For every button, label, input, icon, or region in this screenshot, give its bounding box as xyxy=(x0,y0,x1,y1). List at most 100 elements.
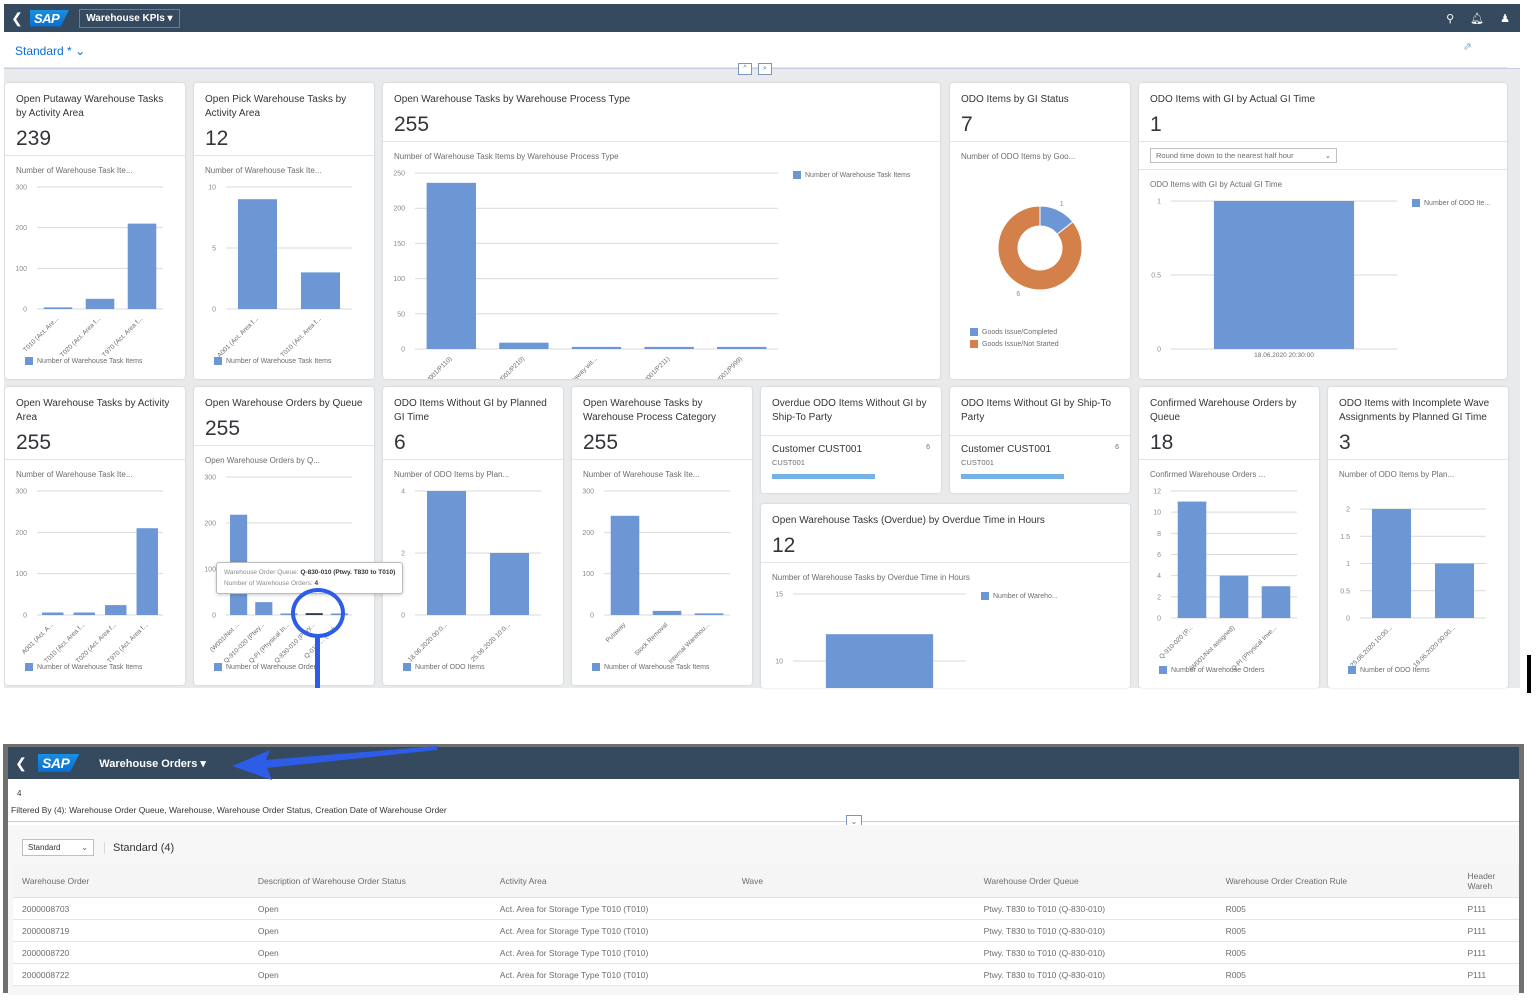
chart-actarea[interactable]: 0100200300A001 (Act. A...T010 (Act. Area… xyxy=(5,481,185,685)
bar[interactable] xyxy=(426,491,467,615)
variant-select[interactable]: Standard ⌄ xyxy=(22,839,94,856)
legend-item[interactable]: Goods Issue/Not Started xyxy=(970,340,1059,348)
chart-legend[interactable]: Number of Warehouse Task Items xyxy=(793,171,910,179)
column-header[interactable]: Description of Warehouse Order Status xyxy=(248,865,491,898)
variant-selector[interactable]: Standard * ⌄ xyxy=(15,44,85,58)
chart-legend[interactable]: Number of Warehouse Orders xyxy=(214,663,320,671)
kpi-card-confqueue[interactable]: Confirmed Warehouse Orders by Queue 18 Con… xyxy=(1139,387,1319,688)
bar[interactable] xyxy=(571,346,622,349)
bar[interactable] xyxy=(105,605,127,615)
chart-overdue_hours[interactable]: 10 15 xyxy=(761,584,1130,688)
kpi-card-actualgi[interactable]: ODO Items with GI by Actual GI Time 1 Roun… xyxy=(1139,83,1507,379)
kpi-card-proctype[interactable]: Open Warehouse Tasks by Warehouse Proces… xyxy=(383,83,940,379)
chart-legend[interactable]: Number of ODO Ite... xyxy=(1412,199,1490,207)
bar[interactable] xyxy=(136,528,158,615)
chart-pick[interactable]: 0 5 10 A001 (Act. Area f... T010 (Act. Area … xyxy=(194,177,374,379)
bar[interactable] xyxy=(73,612,95,615)
bar[interactable] xyxy=(255,602,273,615)
chart-legend[interactable]: Number of ODO Items xyxy=(403,663,485,671)
kpi-card-ship[interactable]: ODO Items Without GI by Ship-To Party Cus… xyxy=(950,387,1130,493)
kpi-card-plannedgi[interactable]: ODO Items Without GI by Planned GI Time 6… xyxy=(383,387,563,685)
share-icon[interactable]: ⇗ xyxy=(1463,40,1472,53)
bar[interactable] xyxy=(127,223,157,309)
column-header[interactable]: Wave xyxy=(732,865,975,898)
chart-putaway[interactable]: 0 100 200 300 T010 (Act. Are...T020 (Act. Ar… xyxy=(5,177,185,379)
bar[interactable] xyxy=(42,612,64,615)
bar[interactable] xyxy=(499,342,549,349)
bar[interactable] xyxy=(1434,563,1475,619)
card-header[interactable]: ODO Items Without GI by Planned GI Time 6 xyxy=(383,387,563,460)
time-rounding-select[interactable]: Round time down to the nearest half hour… xyxy=(1150,148,1337,163)
bar[interactable] xyxy=(300,272,341,309)
bar[interactable] xyxy=(1261,586,1291,618)
card-header[interactable]: Overdue ODO Items Without GI by Ship-To … xyxy=(761,387,941,436)
table-row[interactable]: 2000008719 Open Act. Area for Storage Type… xyxy=(13,919,1519,942)
column-header[interactable]: Warehouse Order Queue xyxy=(974,865,1217,898)
kpi-card-proccat[interactable]: Open Warehouse Tasks by Warehouse Proces… xyxy=(572,387,752,685)
card-header[interactable]: Open Warehouse Tasks by Activity Area 255 xyxy=(5,387,185,460)
pin-header-button[interactable]: ⌕ xyxy=(758,63,772,75)
table-row[interactable]: 2000008720 Open Act. Area for Storage Type… xyxy=(13,941,1519,964)
back-button[interactable]: ❮ xyxy=(4,10,30,27)
bar[interactable] xyxy=(652,610,682,615)
kpi-card-queue[interactable]: Open Warehouse Orders by Queue 255 Open Wa… xyxy=(194,387,374,685)
chart-actualgi[interactable]: 0 0.5 1 18.06.2020 20:30:00 xyxy=(1139,191,1507,379)
sap-logo[interactable]: SAP xyxy=(30,9,70,27)
chart-legend[interactable]: Number of Warehouse Task Items xyxy=(214,357,331,365)
back-button[interactable]: ❮ xyxy=(8,755,34,772)
chart-legend[interactable]: Number of Warehouse Orders xyxy=(1159,666,1265,674)
card-header[interactable]: Open Warehouse Orders by Queue 255 xyxy=(194,387,374,446)
chart-legend[interactable]: Number of Warehouse Task Items xyxy=(592,663,709,671)
table-row[interactable]: 2000008722 Open Act. Area for Storage Type… xyxy=(13,963,1519,986)
sap-logo[interactable]: SAP xyxy=(38,754,80,772)
bar[interactable] xyxy=(610,515,640,615)
kpi-card-actarea[interactable]: Open Warehouse Tasks by Activity Area 255… xyxy=(5,387,185,685)
chart-proctype[interactable]: 0 50 100 150 200 250 P110 (W001/P110) P210 (W00… xyxy=(383,163,940,379)
card-header[interactable]: ODO Items with Incomplete Wave Assignmen… xyxy=(1328,387,1508,460)
bar[interactable] xyxy=(1371,509,1412,618)
card-header[interactable]: Open Putaway Warehouse Tasks by Activity… xyxy=(5,83,185,156)
chart-wave[interactable]: 0 0.5 1 1.5 2 25.06.2020 10:00... 18.06.2020 0… xyxy=(1328,499,1508,688)
card-header[interactable]: Open Warehouse Tasks by Warehouse Proces… xyxy=(572,387,752,460)
card-header[interactable]: ODO Items Without GI by Ship-To Party xyxy=(950,387,1130,436)
column-header[interactable]: Warehouse Order Creation Rule xyxy=(1216,865,1459,898)
legend-item[interactable]: Goods Issue/Completed xyxy=(970,328,1059,336)
bar[interactable] xyxy=(1213,201,1355,349)
bar[interactable] xyxy=(644,346,694,349)
bar[interactable] xyxy=(43,307,73,309)
chart-proccat[interactable]: 0 100 200 300 Putaway Stock RemovalInternal W… xyxy=(572,481,752,685)
bell-icon[interactable]: 🔔︎ xyxy=(1470,12,1484,25)
bar[interactable] xyxy=(237,199,278,309)
app-title-menu[interactable]: Warehouse KPIs ▾ xyxy=(79,8,180,28)
bar[interactable] xyxy=(717,346,767,349)
chart-legend[interactable]: Number of ODO Items xyxy=(1348,666,1430,674)
card-header[interactable]: Open Pick Warehouse Tasks by Activity Ar… xyxy=(194,83,374,156)
kpi-card-gistatus[interactable]: ODO Items by GI Status 7 Number of ODO Ite… xyxy=(950,83,1130,379)
user-icon[interactable]: ♟ xyxy=(1500,12,1510,25)
kpi-card-pick[interactable]: Open Pick Warehouse Tasks by Activity Ar… xyxy=(194,83,374,379)
column-header[interactable]: Warehouse Order xyxy=(13,865,249,898)
chart-legend[interactable]: Number of Warehouse Task Items xyxy=(25,663,142,671)
kpi-card-wave[interactable]: ODO Items with Incomplete Wave Assignmen… xyxy=(1328,387,1508,688)
table-row[interactable]: 2000008703 Open Act. Area for Storage Type… xyxy=(13,897,1519,920)
bar[interactable] xyxy=(426,182,476,349)
chart-plannedgi[interactable]: 0 2 4 18.06.2020 00:0... 25.06.2020 10:0... xyxy=(383,481,563,685)
chart-legend[interactable]: Number of Warehouse Task Items xyxy=(25,357,142,365)
bar[interactable] xyxy=(85,298,115,309)
card-header[interactable]: ODO Items with GI by Actual GI Time 1 xyxy=(1139,83,1507,142)
chart-legend[interactable]: Number of Wareho... xyxy=(981,592,1058,600)
collapse-header-button[interactable]: ^ xyxy=(738,63,752,75)
list-item[interactable]: Customer CUST001 6 CUST001 xyxy=(950,436,1130,487)
chart-confqueue[interactable]: 024681012Q-910-020 (P...(W001/Not assign… xyxy=(1139,481,1319,688)
bar[interactable] xyxy=(1219,575,1249,618)
list-item[interactable]: Customer CUST001 6 CUST001 xyxy=(761,436,941,487)
column-header[interactable]: Activity Area xyxy=(490,865,733,898)
card-header[interactable]: Open Warehouse Tasks by Warehouse Proces… xyxy=(383,83,940,142)
search-icon[interactable]: ⚲ xyxy=(1446,12,1454,25)
kpi-card-putaway[interactable]: Open Putaway Warehouse Tasks by Activity… xyxy=(5,83,185,379)
bar[interactable] xyxy=(825,634,934,688)
kpi-card-overdue_hours[interactable]: Open Warehouse Tasks (Overdue) by Overdu… xyxy=(761,504,1130,688)
card-header[interactable]: Open Warehouse Tasks (Overdue) by Overdu… xyxy=(761,504,1130,563)
bar[interactable] xyxy=(489,553,530,615)
card-header[interactable]: ODO Items by GI Status 7 xyxy=(950,83,1130,142)
